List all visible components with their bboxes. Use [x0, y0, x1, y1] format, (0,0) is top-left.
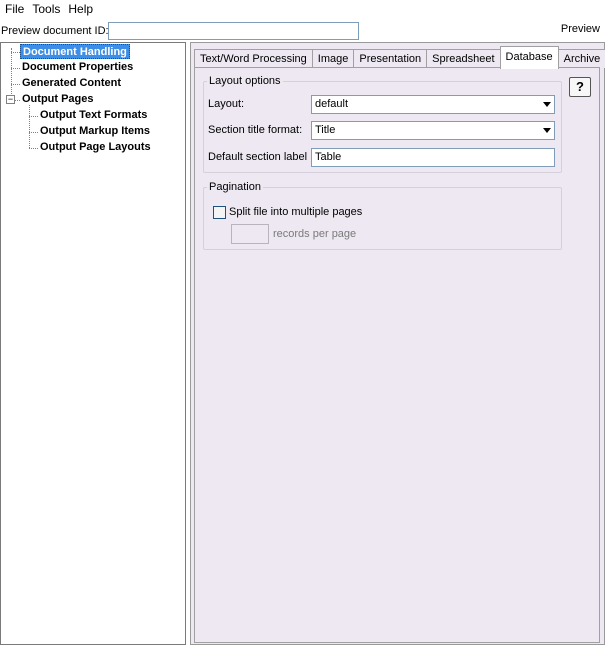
records-per-page-input[interactable]: [231, 224, 269, 244]
menu-help[interactable]: Help: [65, 0, 96, 19]
tab-spreadsheet[interactable]: Spreadsheet: [426, 49, 501, 68]
tree-connector: [11, 68, 20, 69]
layout-select[interactable]: default: [311, 95, 555, 114]
tree-connector: [29, 116, 38, 117]
settings-tree: Document Handling Document Properties Ge…: [0, 42, 186, 645]
tree-item-output-pages[interactable]: Output Pages: [20, 92, 96, 107]
layout-options-legend: Layout options: [209, 75, 281, 87]
tab-archive[interactable]: Archive: [557, 49, 605, 68]
layout-select-value: default: [315, 98, 349, 110]
preview-toolbar: Preview document ID: Preview: [0, 20, 605, 41]
tree-item-document-properties[interactable]: Document Properties: [20, 60, 135, 75]
chevron-down-icon: [543, 128, 551, 133]
menu-file[interactable]: File: [2, 0, 27, 19]
help-button[interactable]: ?: [569, 77, 591, 97]
tab-bar: Text/Word Processing Image Presentation …: [194, 46, 605, 69]
split-file-label: Split file into multiple pages: [229, 206, 363, 218]
pagination-legend: Pagination: [209, 181, 261, 193]
tab-presentation[interactable]: Presentation: [353, 49, 428, 68]
tree-connector: [29, 148, 38, 149]
tab-image[interactable]: Image: [311, 49, 355, 68]
tree-connector: [29, 105, 30, 148]
preview-document-id-label: Preview document ID:: [1, 24, 109, 37]
tree-item-output-page-layouts[interactable]: Output Page Layouts: [38, 140, 153, 155]
menu-tools[interactable]: Tools: [29, 0, 63, 19]
default-section-label-label: Default section label: [208, 151, 308, 163]
layout-label: Layout:: [208, 98, 245, 110]
tree-item-document-handling[interactable]: Document Handling: [20, 44, 130, 59]
database-tab-content: ? Layout options Layout: default Section…: [194, 67, 600, 643]
section-title-format-label: Section title format:: [208, 124, 303, 136]
tab-database[interactable]: Database: [499, 46, 559, 69]
preview-document-id-input[interactable]: [108, 22, 359, 40]
tree-item-output-markup-items[interactable]: Output Markup Items: [38, 124, 152, 139]
section-title-format-select[interactable]: Title: [311, 121, 555, 140]
collapse-icon[interactable]: −: [6, 95, 15, 104]
menu-bar: File Tools Help: [0, 0, 605, 19]
tree-connector: [11, 52, 20, 53]
records-per-page-label: records per page: [273, 228, 357, 240]
tree-item-generated-content[interactable]: Generated Content: [20, 76, 123, 91]
settings-panel: Text/Word Processing Image Presentation …: [190, 42, 605, 645]
default-section-label-input[interactable]: Table: [311, 148, 555, 167]
tree-connector: [11, 84, 20, 85]
preview-button[interactable]: Preview: [561, 23, 600, 35]
split-file-checkbox[interactable]: [213, 206, 226, 219]
chevron-down-icon: [543, 102, 551, 107]
tree-item-output-text-formats[interactable]: Output Text Formats: [38, 108, 149, 123]
default-section-label-value: Table: [315, 151, 342, 163]
tree-connector: [11, 48, 12, 100]
section-title-format-value: Title: [315, 124, 336, 136]
tree-connector: [29, 132, 38, 133]
tab-text-word-processing[interactable]: Text/Word Processing: [194, 49, 313, 68]
